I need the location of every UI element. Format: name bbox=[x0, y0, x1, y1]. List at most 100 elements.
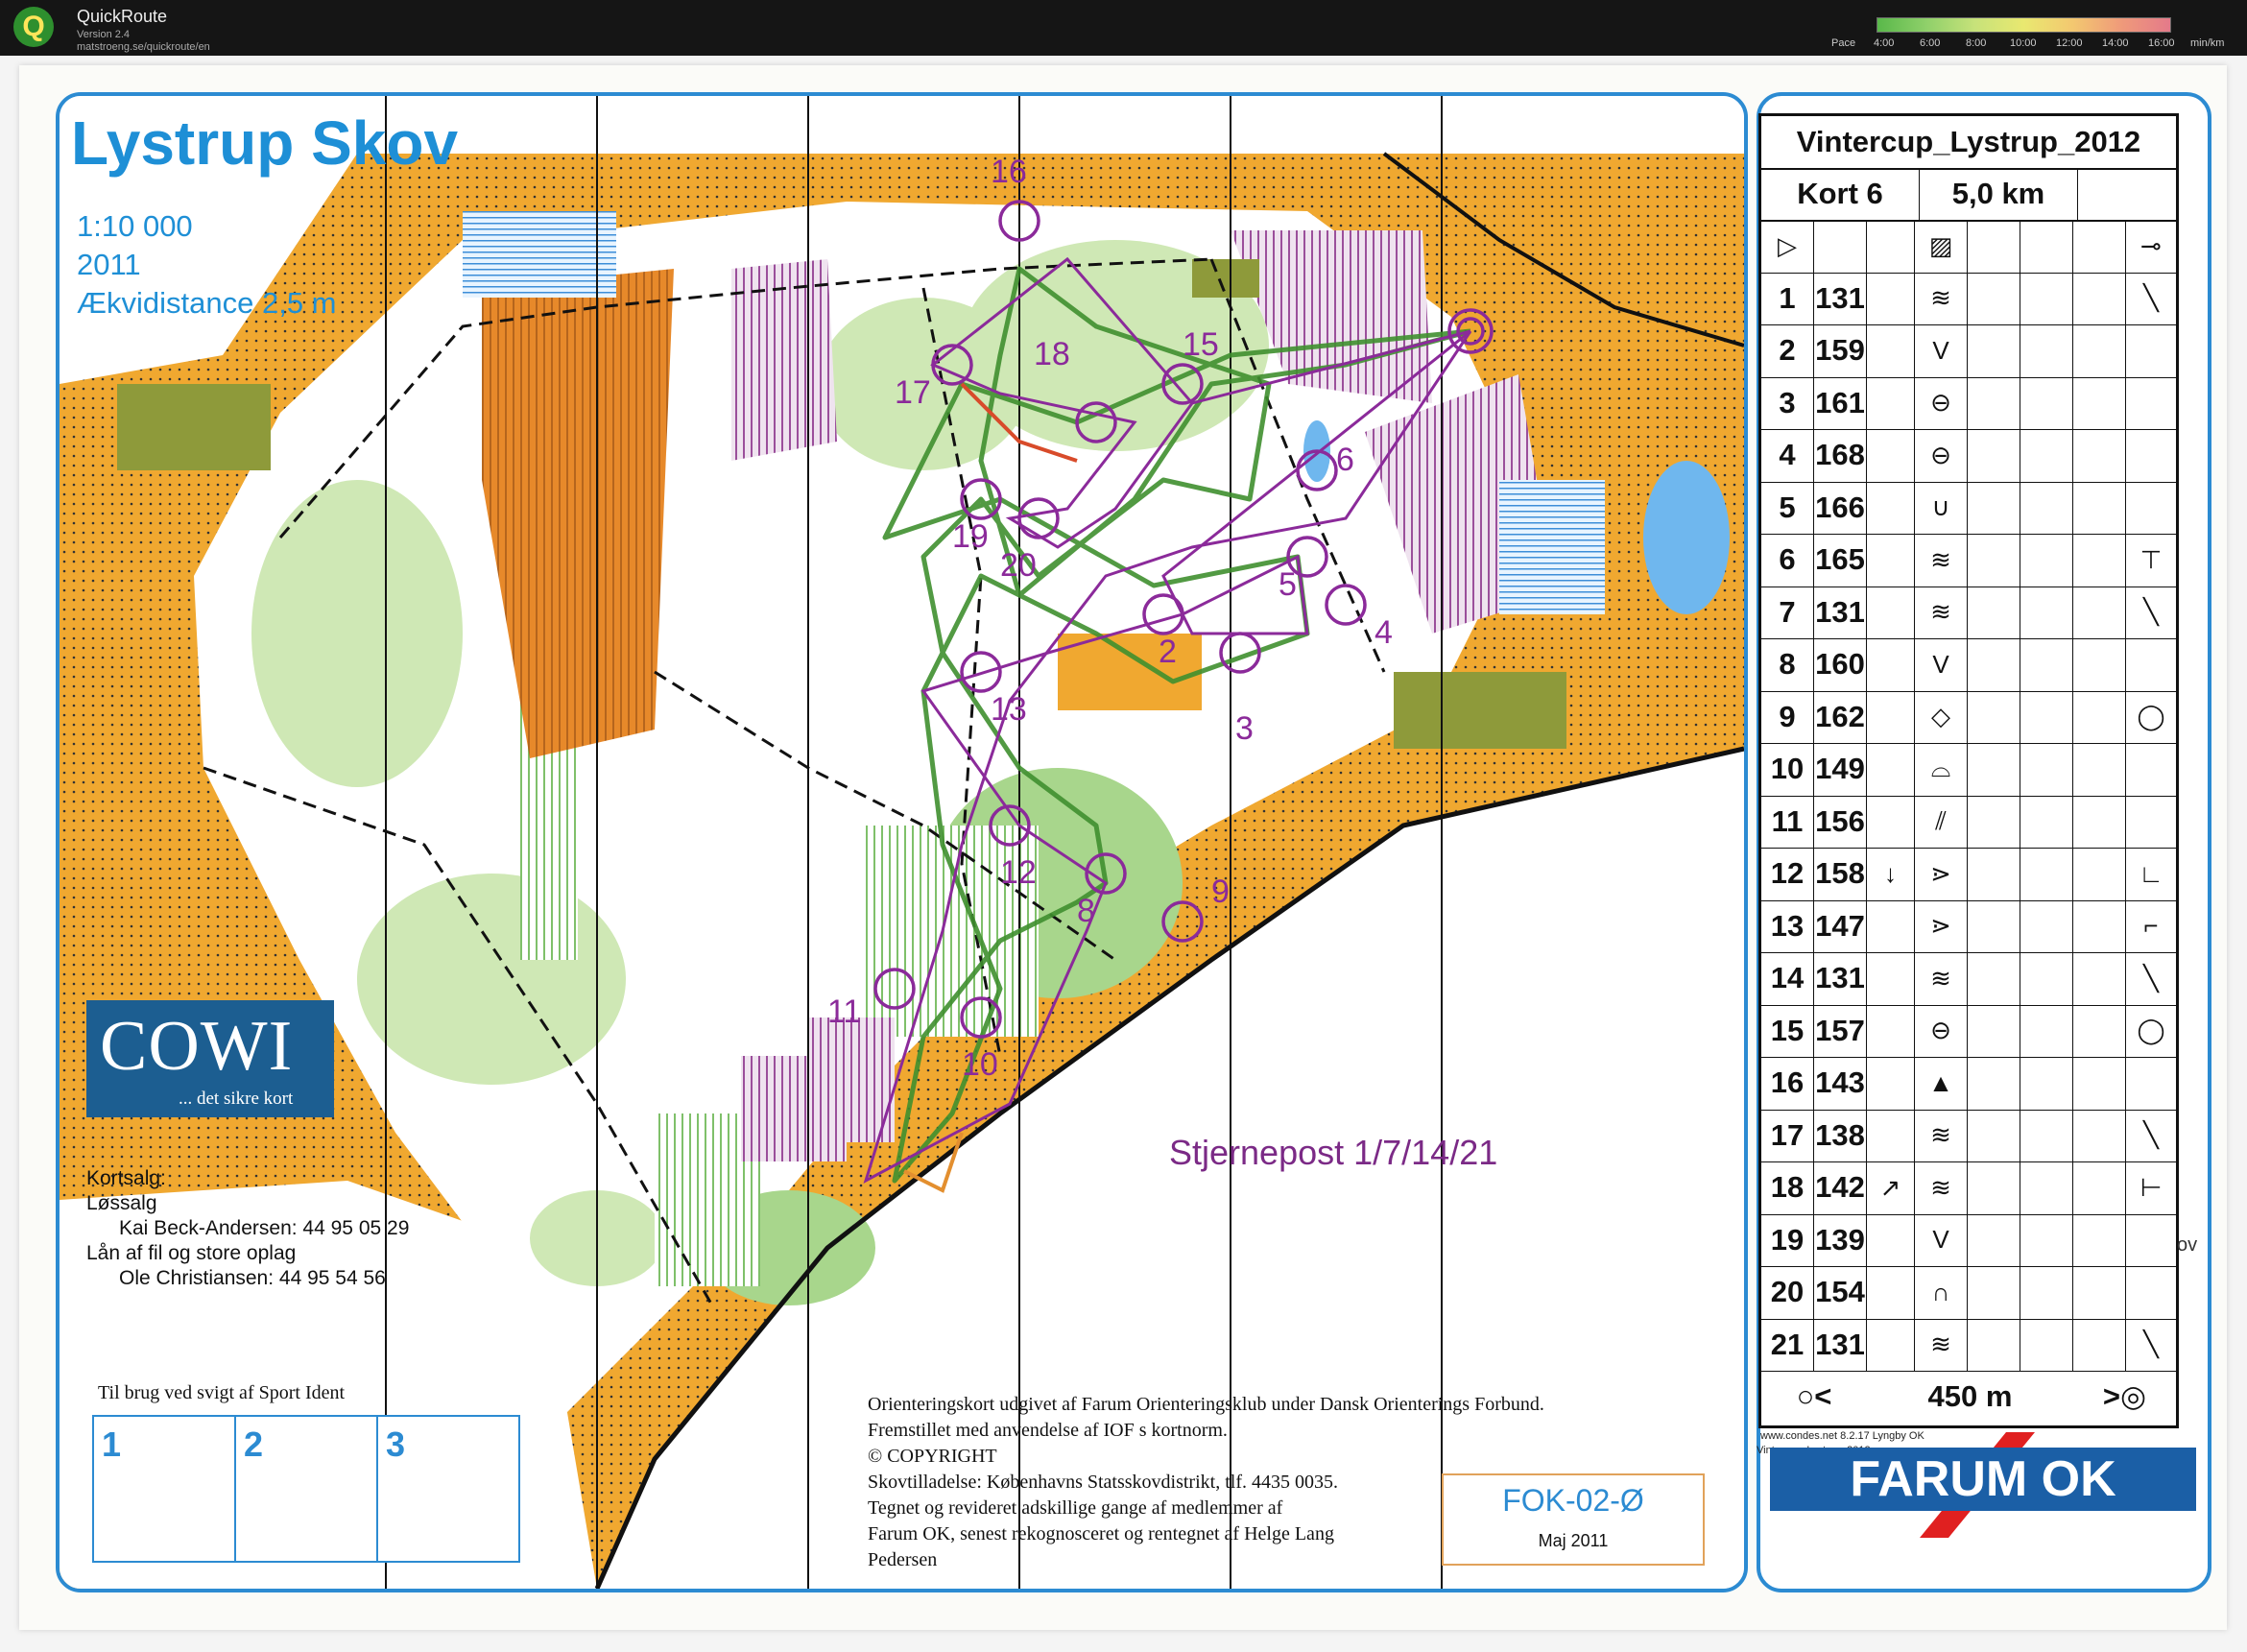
empty-cell bbox=[2020, 220, 2073, 273]
si-backup-box[interactable]: 1 bbox=[92, 1415, 236, 1563]
empty-cell bbox=[2020, 376, 2073, 429]
publisher-line: © COPYRIGHT bbox=[868, 1446, 997, 1467]
pace-tick: 14:00 bbox=[2102, 37, 2129, 49]
control-sequence: 4 bbox=[1761, 429, 1814, 482]
control-row: 6 165 ≋ ⊤ bbox=[1761, 534, 2176, 587]
direction-arrow-icon bbox=[1867, 1213, 1915, 1266]
feature-symbol-icon: ⋗ bbox=[1915, 899, 1968, 952]
control-number: 11 bbox=[827, 994, 862, 1030]
empty-cell bbox=[2020, 795, 2073, 848]
empty-cell bbox=[2073, 1318, 2126, 1371]
empty-cell bbox=[2073, 586, 2126, 638]
position-symbol-icon: ∟ bbox=[2139, 858, 2163, 888]
event-name: Vintercup_Lystrup_2012 bbox=[1796, 125, 2141, 158]
control-row: 18 142 ↗ ≋ ⊢ bbox=[1761, 1161, 2176, 1215]
control-sequence: 12 bbox=[1761, 848, 1814, 900]
feature-symbol-icon: ≋ bbox=[1915, 272, 1968, 324]
position-symbol-icon: ⊤ bbox=[2139, 544, 2163, 574]
control-number: 19 bbox=[952, 518, 989, 555]
control-code: 149 bbox=[1814, 743, 1867, 796]
si-backup-box[interactable]: 2 bbox=[234, 1415, 378, 1563]
empty-cell bbox=[2020, 534, 2073, 587]
feature-symbol-icon: ≋ bbox=[1915, 1161, 1968, 1214]
feature-symbol-icon: V bbox=[1915, 324, 1968, 377]
control-row: 13 147 ⋗ ⌐ bbox=[1761, 899, 2176, 953]
start-row: ▷ ▨ ⊸ bbox=[1761, 220, 2176, 274]
pace-tick: 6:00 bbox=[1920, 37, 1941, 49]
direction-arrow-icon: ↓ bbox=[1867, 848, 1915, 900]
position-symbol-icon: ⊢ bbox=[2139, 1172, 2163, 1202]
empty-cell bbox=[2073, 1266, 2126, 1319]
control-sequence: 8 bbox=[1761, 638, 1814, 691]
empty-cell bbox=[2020, 1213, 2073, 1266]
sales-sub1: Løssalg bbox=[86, 1192, 157, 1214]
map-year: 2011 bbox=[77, 248, 141, 281]
control-code: 147 bbox=[1814, 899, 1867, 952]
empty-cell bbox=[1968, 1213, 2020, 1266]
empty-cell bbox=[1968, 690, 2020, 743]
control-number: 16 bbox=[991, 154, 1027, 190]
position-symbol-icon bbox=[2126, 429, 2176, 482]
si-backup-box[interactable]: 3 bbox=[376, 1415, 520, 1563]
control-sequence: 1 bbox=[1761, 272, 1814, 324]
empty-cell bbox=[2073, 481, 2126, 534]
direction-arrow-icon bbox=[1867, 1109, 1915, 1161]
course-length: 5,0 km bbox=[1920, 168, 2078, 220]
feature-symbol-icon: ≋ bbox=[1915, 952, 1968, 1005]
start-position-icon: ⊸ bbox=[2140, 230, 2162, 260]
control-sequence: 17 bbox=[1761, 1109, 1814, 1161]
control-row: 11 156 ⫽ bbox=[1761, 795, 2176, 849]
empty-cell bbox=[1968, 534, 2020, 587]
feature-symbol-icon: ▲ bbox=[1915, 1057, 1968, 1110]
direction-arrow-icon bbox=[1867, 1004, 1915, 1057]
control-description-table: Vintercup_Lystrup_2012 Kort 6 5,0 km ▷ ▨ ⊸… bbox=[1758, 113, 2179, 1428]
finish-left-icon: ○< bbox=[1796, 1379, 1832, 1414]
cowi-tagline: ... det sikre kort bbox=[179, 1089, 294, 1109]
direction-arrow-icon bbox=[1867, 1318, 1915, 1371]
direction-arrow-icon bbox=[1867, 481, 1915, 534]
empty-cell bbox=[2073, 1004, 2126, 1057]
empty-cell bbox=[1968, 1161, 2020, 1214]
empty-cell bbox=[1968, 481, 2020, 534]
si-caption: Til brug ved svigt af Sport Ident bbox=[98, 1382, 346, 1403]
control-code: 168 bbox=[1814, 429, 1867, 482]
si-box-number: 1 bbox=[102, 1425, 122, 1464]
control-sequence: 16 bbox=[1761, 1057, 1814, 1110]
empty-cell bbox=[1968, 1004, 2020, 1057]
direction-arrow-icon: ↗ bbox=[1867, 1161, 1915, 1214]
direction-arrow-icon bbox=[1867, 586, 1915, 638]
start-triangle-icon: ▷ bbox=[1761, 220, 1814, 273]
position-symbol-icon: ╲ bbox=[2143, 597, 2159, 627]
control-code: 131 bbox=[1814, 272, 1867, 324]
control-row: 10 149 ⌓ bbox=[1761, 743, 2176, 797]
direction-arrow-icon bbox=[1867, 1057, 1915, 1110]
finish-distance: 450 m bbox=[1927, 1379, 2013, 1414]
empty-cell bbox=[2073, 376, 2126, 429]
control-number: 10 bbox=[962, 1046, 998, 1083]
direction-arrow-icon bbox=[1867, 429, 1915, 482]
empty-cell bbox=[1968, 638, 2020, 691]
course-row: Kort 6 5,0 km bbox=[1761, 168, 2176, 222]
control-code: 165 bbox=[1814, 534, 1867, 587]
pace-tick: 8:00 bbox=[1966, 37, 1987, 49]
app-url[interactable]: matstroeng.se/quickroute/en bbox=[77, 41, 210, 53]
direction-arrow-icon bbox=[1867, 899, 1915, 952]
empty-cell bbox=[1968, 1266, 2020, 1319]
control-sequence: 15 bbox=[1761, 1004, 1814, 1057]
publisher-line: Orienteringskort udgivet af Farum Orient… bbox=[868, 1394, 1544, 1415]
feature-symbol-icon: ⋗ bbox=[1915, 848, 1968, 900]
control-sequence: 14 bbox=[1761, 952, 1814, 1005]
control-code: 159 bbox=[1814, 324, 1867, 377]
direction-arrow-icon bbox=[1867, 376, 1915, 429]
empty-cell bbox=[2020, 586, 2073, 638]
control-number: 9 bbox=[1211, 874, 1230, 910]
empty-cell bbox=[2073, 1161, 2126, 1214]
empty-cell bbox=[1968, 220, 2020, 273]
si-box-number: 3 bbox=[386, 1425, 406, 1464]
control-number: 6 bbox=[1336, 442, 1354, 478]
control-code: 157 bbox=[1814, 1004, 1867, 1057]
empty-cell bbox=[2073, 534, 2126, 587]
quickroute-logo-icon: Q bbox=[13, 7, 54, 47]
empty-cell bbox=[2073, 638, 2126, 691]
empty-cell bbox=[2020, 690, 2073, 743]
